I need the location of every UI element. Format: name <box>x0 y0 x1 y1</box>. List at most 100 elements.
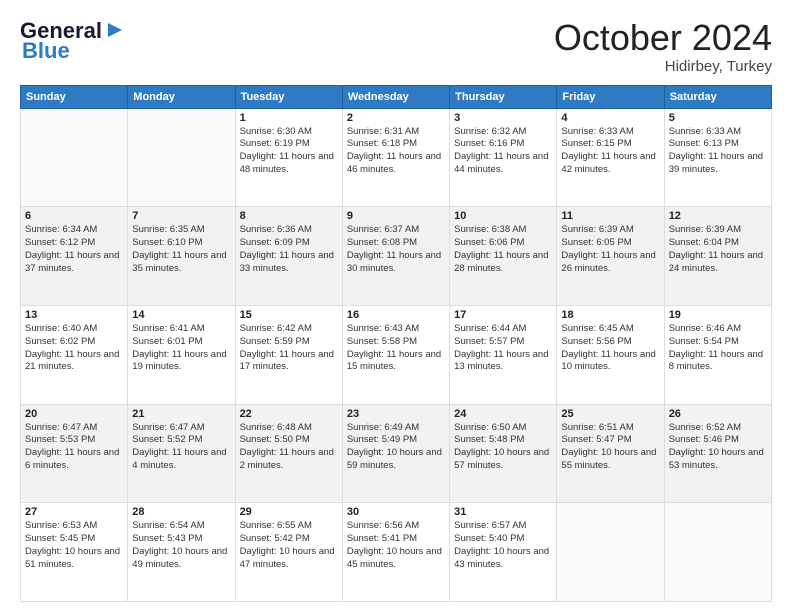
location: Hidirbey, Turkey <box>554 58 772 75</box>
day-details: Sunrise: 6:39 AM Sunset: 6:05 PM Dayligh… <box>561 224 659 275</box>
day-details: Sunrise: 6:31 AM Sunset: 6:18 PM Dayligh… <box>347 126 445 177</box>
day-details: Sunrise: 6:37 AM Sunset: 6:08 PM Dayligh… <box>347 224 445 275</box>
calendar-cell: 15 Sunrise: 6:42 AM Sunset: 5:59 PM Dayli… <box>235 305 342 404</box>
week-row-4: 20 Sunrise: 6:47 AM Sunset: 5:53 PM Dayli… <box>21 404 772 503</box>
day-number: 24 <box>454 408 552 420</box>
calendar-cell: 26Sunrise: 6:52 AM Sunset: 5:46 PM Dayli… <box>664 404 771 503</box>
day-number: 8 <box>240 210 338 222</box>
day-number: 6 <box>25 210 123 222</box>
weekday-header-thursday: Thursday <box>450 85 557 108</box>
calendar-cell: 4 Sunrise: 6:33 AM Sunset: 6:15 PM Daylig… <box>557 108 664 207</box>
calendar-cell: 24 Sunrise: 6:50 AM Sunset: 5:48 PM Dayli… <box>450 404 557 503</box>
day-details: Sunrise: 6:36 AM Sunset: 6:09 PM Dayligh… <box>240 224 338 275</box>
calendar-cell: 31 Sunrise: 6:57 AM Sunset: 5:40 PM Dayli… <box>450 503 557 602</box>
day-number: 3 <box>454 112 552 124</box>
day-number: 7 <box>132 210 230 222</box>
calendar-cell: 9Sunrise: 6:37 AM Sunset: 6:08 PM Daylig… <box>342 207 449 306</box>
day-details: Sunrise: 6:56 AM Sunset: 5:41 PM Dayligh… <box>347 520 445 571</box>
day-number: 25 <box>561 408 659 420</box>
day-details: Sunrise: 6:41 AM Sunset: 6:01 PM Dayligh… <box>132 323 230 374</box>
day-number: 12 <box>669 210 767 222</box>
calendar-cell: 3 Sunrise: 6:32 AM Sunset: 6:16 PM Daylig… <box>450 108 557 207</box>
weekday-header-wednesday: Wednesday <box>342 85 449 108</box>
day-number: 20 <box>25 408 123 420</box>
month-title: October 2024 <box>554 18 772 58</box>
calendar-cell: 8 Sunrise: 6:36 AM Sunset: 6:09 PM Daylig… <box>235 207 342 306</box>
calendar-table: SundayMondayTuesdayWednesdayThursdayFrid… <box>20 85 772 602</box>
day-details: Sunrise: 6:55 AM Sunset: 5:42 PM Dayligh… <box>240 520 338 571</box>
day-number: 30 <box>347 506 445 518</box>
day-details: Sunrise: 6:42 AM Sunset: 5:59 PM Dayligh… <box>240 323 338 374</box>
weekday-header-row: SundayMondayTuesdayWednesdayThursdayFrid… <box>21 85 772 108</box>
day-number: 15 <box>240 309 338 321</box>
day-details: Sunrise: 6:43 AM Sunset: 5:58 PM Dayligh… <box>347 323 445 374</box>
day-details: Sunrise: 6:30 AM Sunset: 6:19 PM Dayligh… <box>240 126 338 177</box>
calendar-cell: 22 Sunrise: 6:48 AM Sunset: 5:50 PM Dayli… <box>235 404 342 503</box>
day-number: 5 <box>669 112 767 124</box>
day-details: Sunrise: 6:57 AM Sunset: 5:40 PM Dayligh… <box>454 520 552 571</box>
calendar-cell: 19 Sunrise: 6:46 AM Sunset: 5:54 PM Dayli… <box>664 305 771 404</box>
day-details: Sunrise: 6:49 AM Sunset: 5:49 PM Dayligh… <box>347 422 445 473</box>
day-details: Sunrise: 6:52 AM Sunset: 5:46 PM Dayligh… <box>669 422 767 473</box>
calendar-cell: 29Sunrise: 6:55 AM Sunset: 5:42 PM Dayli… <box>235 503 342 602</box>
day-details: Sunrise: 6:47 AM Sunset: 5:53 PM Dayligh… <box>25 422 123 473</box>
calendar-cell: 5Sunrise: 6:33 AM Sunset: 6:13 PM Daylig… <box>664 108 771 207</box>
day-number: 19 <box>669 309 767 321</box>
calendar-cell: 17 Sunrise: 6:44 AM Sunset: 5:57 PM Dayli… <box>450 305 557 404</box>
calendar-cell: 14 Sunrise: 6:41 AM Sunset: 6:01 PM Dayli… <box>128 305 235 404</box>
day-details: Sunrise: 6:39 AM Sunset: 6:04 PM Dayligh… <box>669 224 767 275</box>
day-details: Sunrise: 6:32 AM Sunset: 6:16 PM Dayligh… <box>454 126 552 177</box>
day-number: 18 <box>561 309 659 321</box>
weekday-header-sunday: Sunday <box>21 85 128 108</box>
day-number: 28 <box>132 506 230 518</box>
day-details: Sunrise: 6:46 AM Sunset: 5:54 PM Dayligh… <box>669 323 767 374</box>
calendar-cell: 28 Sunrise: 6:54 AM Sunset: 5:43 PM Dayli… <box>128 503 235 602</box>
day-number: 13 <box>25 309 123 321</box>
week-row-5: 27 Sunrise: 6:53 AM Sunset: 5:45 PM Dayli… <box>21 503 772 602</box>
day-details: Sunrise: 6:54 AM Sunset: 5:43 PM Dayligh… <box>132 520 230 571</box>
day-details: Sunrise: 6:40 AM Sunset: 6:02 PM Dayligh… <box>25 323 123 374</box>
weekday-header-saturday: Saturday <box>664 85 771 108</box>
day-number: 17 <box>454 309 552 321</box>
day-details: Sunrise: 6:33 AM Sunset: 6:15 PM Dayligh… <box>561 126 659 177</box>
day-details: Sunrise: 6:48 AM Sunset: 5:50 PM Dayligh… <box>240 422 338 473</box>
calendar-cell <box>664 503 771 602</box>
weekday-header-monday: Monday <box>128 85 235 108</box>
day-number: 22 <box>240 408 338 420</box>
weekday-header-tuesday: Tuesday <box>235 85 342 108</box>
title-block: October 2024 Hidirbey, Turkey <box>554 18 772 75</box>
calendar-cell <box>128 108 235 207</box>
calendar-cell <box>21 108 128 207</box>
week-row-1: 1 Sunrise: 6:30 AM Sunset: 6:19 PM Daylig… <box>21 108 772 207</box>
day-number: 4 <box>561 112 659 124</box>
week-row-3: 13 Sunrise: 6:40 AM Sunset: 6:02 PM Dayli… <box>21 305 772 404</box>
calendar-cell: 7Sunrise: 6:35 AM Sunset: 6:10 PM Daylig… <box>128 207 235 306</box>
logo-blue: Blue <box>22 38 70 64</box>
day-number: 1 <box>240 112 338 124</box>
calendar-cell: 30 Sunrise: 6:56 AM Sunset: 5:41 PM Dayli… <box>342 503 449 602</box>
calendar-cell: 23 Sunrise: 6:49 AM Sunset: 5:49 PM Dayli… <box>342 404 449 503</box>
day-number: 11 <box>561 210 659 222</box>
day-details: Sunrise: 6:50 AM Sunset: 5:48 PM Dayligh… <box>454 422 552 473</box>
calendar-cell: 20 Sunrise: 6:47 AM Sunset: 5:53 PM Dayli… <box>21 404 128 503</box>
day-number: 23 <box>347 408 445 420</box>
week-row-2: 6 Sunrise: 6:34 AM Sunset: 6:12 PM Daylig… <box>21 207 772 306</box>
day-number: 16 <box>347 309 445 321</box>
day-details: Sunrise: 6:47 AM Sunset: 5:52 PM Dayligh… <box>132 422 230 473</box>
day-number: 14 <box>132 309 230 321</box>
calendar-cell: 16 Sunrise: 6:43 AM Sunset: 5:58 PM Dayli… <box>342 305 449 404</box>
weekday-header-friday: Friday <box>557 85 664 108</box>
calendar-cell: 11 Sunrise: 6:39 AM Sunset: 6:05 PM Dayli… <box>557 207 664 306</box>
calendar-cell: 21 Sunrise: 6:47 AM Sunset: 5:52 PM Dayli… <box>128 404 235 503</box>
day-details: Sunrise: 6:53 AM Sunset: 5:45 PM Dayligh… <box>25 520 123 571</box>
calendar-cell: 25 Sunrise: 6:51 AM Sunset: 5:47 PM Dayli… <box>557 404 664 503</box>
day-details: Sunrise: 6:44 AM Sunset: 5:57 PM Dayligh… <box>454 323 552 374</box>
day-number: 31 <box>454 506 552 518</box>
day-details: Sunrise: 6:38 AM Sunset: 6:06 PM Dayligh… <box>454 224 552 275</box>
day-details: Sunrise: 6:34 AM Sunset: 6:12 PM Dayligh… <box>25 224 123 275</box>
day-number: 27 <box>25 506 123 518</box>
calendar-cell: 10Sunrise: 6:38 AM Sunset: 6:06 PM Dayli… <box>450 207 557 306</box>
day-details: Sunrise: 6:51 AM Sunset: 5:47 PM Dayligh… <box>561 422 659 473</box>
day-number: 21 <box>132 408 230 420</box>
header: General Blue October 2024 Hidirbey, Turk… <box>20 18 772 75</box>
